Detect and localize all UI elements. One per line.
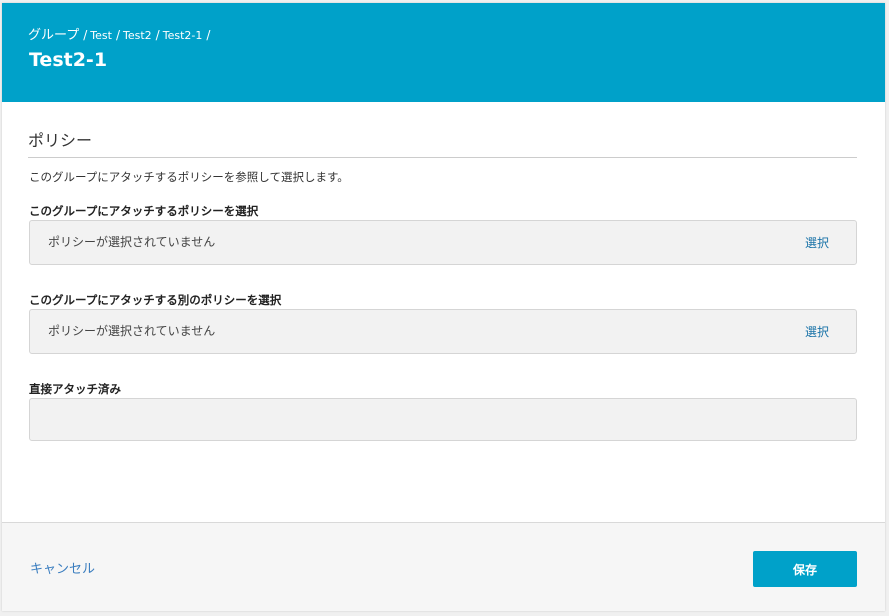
breadcrumb-item-test[interactable]: Test (90, 29, 112, 42)
policy-select-button[interactable]: 選択 (805, 234, 829, 251)
breadcrumb-separator: / (115, 28, 120, 42)
additional-policy-empty-text: ポリシーが選択されていません (48, 324, 216, 338)
additional-policy-select-label: このグループにアタッチする別のポリシーを選択 (29, 293, 282, 307)
cancel-button[interactable]: キャンセル (30, 558, 95, 577)
breadcrumb-separator: / (206, 28, 211, 42)
policy-empty-text: ポリシーが選択されていません (48, 235, 216, 249)
section-title: ポリシー (28, 131, 93, 150)
dialog-footer: キャンセル 保存 (2, 522, 885, 611)
save-button[interactable]: 保存 (753, 551, 857, 587)
dialog-header: グループ / Test / Test2 / Test2-1 / Test2-1 (2, 3, 885, 102)
additional-policy-select-field: ポリシーが選択されていません 選択 (29, 309, 857, 354)
breadcrumb-separator: / (83, 28, 88, 42)
section-divider (28, 157, 857, 158)
breadcrumb-item-test2[interactable]: Test2 (123, 29, 152, 42)
edit-group-dialog: グループ / Test / Test2 / Test2-1 / Test2-1 … (2, 3, 885, 611)
additional-policy-select-button[interactable]: 選択 (805, 323, 829, 340)
page-title: Test2-1 (29, 49, 108, 71)
breadcrumb-item-test2-1[interactable]: Test2-1 (163, 29, 203, 42)
breadcrumb-root[interactable]: グループ (28, 24, 79, 43)
breadcrumb: グループ / Test / Test2 / Test2-1 / (28, 24, 213, 43)
directly-attached-label: 直接アタッチ済み (29, 382, 121, 396)
policy-select-label: このグループにアタッチするポリシーを選択 (29, 204, 259, 218)
breadcrumb-separator: / (155, 28, 160, 42)
section-description: このグループにアタッチするポリシーを参照して選択します。 (29, 170, 349, 184)
directly-attached-field (29, 398, 857, 441)
policy-select-field: ポリシーが選択されていません 選択 (29, 220, 857, 265)
